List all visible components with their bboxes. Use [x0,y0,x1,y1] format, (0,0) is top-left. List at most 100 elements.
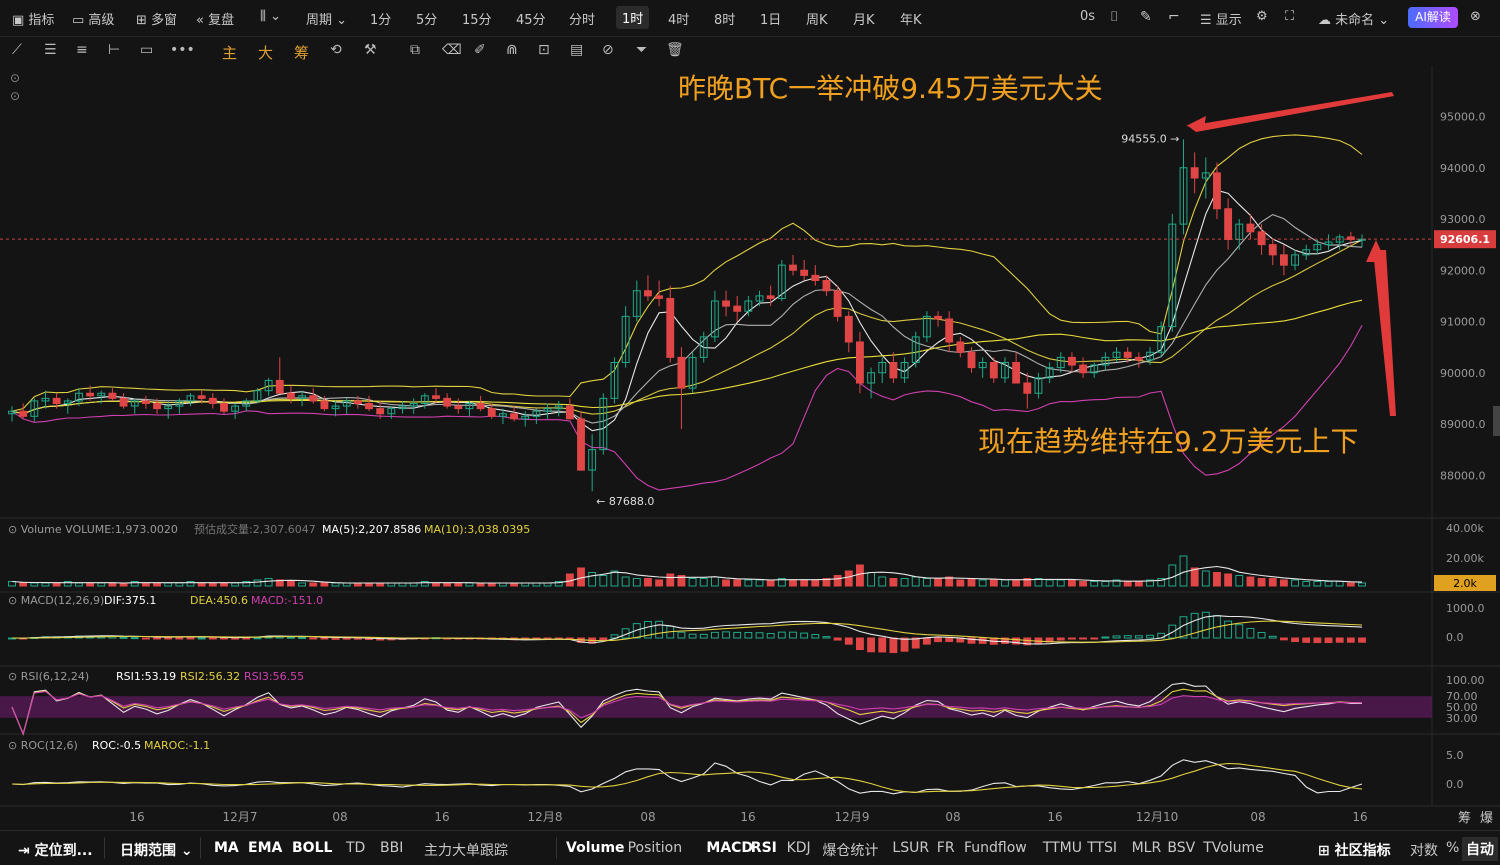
measure-icon[interactable]: ⚒ [364,42,377,58]
candle-body[interactable] [153,403,161,410]
candle-body[interactable] [1213,172,1221,210]
candle-body[interactable] [19,410,28,417]
candle-body[interactable] [1123,351,1132,358]
topbar-item-17[interactable]: 年K [900,9,922,28]
candle-body[interactable] [967,351,976,369]
candle-body[interactable] [275,379,284,394]
topbar-item-1[interactable]: ▭ 高级 [72,9,114,28]
candle-body[interactable] [811,274,820,281]
brush-icon[interactable]: ✐ [474,42,486,58]
candle-body[interactable] [577,418,585,471]
main-indicator-ma[interactable]: MA [214,840,239,856]
chips-button[interactable]: 筹 [294,42,309,63]
log-scale-button[interactable]: 对数 [1410,840,1438,860]
sub-indicator-kdj[interactable]: KDJ [787,840,811,856]
topbar-item-2[interactable]: ⊞ 多窗 [136,9,177,28]
candle-body[interactable] [1067,356,1076,366]
candle-body[interactable] [286,392,295,399]
sub-indicator-rsi[interactable]: RSI [751,840,777,856]
auto-scale-button[interactable]: 自动 [1462,837,1498,861]
candle-body[interactable] [666,297,675,358]
copy-icon[interactable]: ⧉ [410,42,420,58]
candle-body[interactable] [1134,356,1143,361]
candle-body[interactable] [365,403,373,410]
candle-body[interactable] [353,400,362,404]
community-indicators-button[interactable]: ⊞ 社区指标 [1318,840,1391,860]
candle-body[interactable] [822,280,831,292]
main-indicator-boll[interactable]: BOLL [292,840,332,856]
sub-indicator-fr[interactable]: FR [937,840,955,856]
candle-body[interactable] [889,362,898,379]
topbar-item-14[interactable]: 1日 [760,9,781,28]
candle-body[interactable] [1279,254,1288,266]
line-tool-icon[interactable]: ⟋ [12,42,22,58]
layout-name-button[interactable]: ☁ 未命名 ⌄ [1318,9,1389,28]
candle-body[interactable] [844,315,853,343]
link-icon[interactable]: ⊘ [602,42,614,58]
main-indicator-主力大单跟踪[interactable]: 主力大单跟踪 [424,840,508,860]
topbar-item-13[interactable]: 8时 [714,9,735,28]
lock-icon[interactable]: ⊡ [538,42,550,58]
candle-body[interactable] [197,395,206,399]
candle-body[interactable] [1246,223,1255,233]
candle-body[interactable] [443,397,452,407]
eraser-icon[interactable]: ⌫ [442,42,462,58]
candle-body[interactable] [644,290,652,297]
rect-tool-icon[interactable]: ▭ [140,42,153,58]
candle-body[interactable] [476,403,485,410]
candle-body[interactable] [1023,382,1032,394]
main-indicator-ema[interactable]: EMA [248,840,282,856]
topbar-item-10[interactable]: 分时 [569,9,595,28]
topbar-item-12[interactable]: 4时 [668,9,689,28]
candle-body[interactable] [220,403,228,412]
candle-body[interactable] [789,264,797,271]
sub-indicator-lsur[interactable]: LSUR [892,840,929,856]
candle-body[interactable] [432,395,440,399]
sub-indicator-mlr[interactable]: MLR [1132,840,1162,856]
percent-scale-button[interactable]: % [1446,840,1459,856]
more-tool-icon[interactable]: ••• [170,42,195,58]
topbar-item-3[interactable]: « 复盘 [196,9,234,28]
candle-body[interactable] [956,341,965,353]
candle-body[interactable] [856,341,864,384]
sub-indicator-position[interactable]: Position [628,840,683,856]
big-order-button[interactable]: 大 [258,42,273,63]
settings-icon[interactable]: ⚙ [1256,9,1268,24]
candle-body[interactable] [52,397,61,404]
filter-icon[interactable]: ⏷ [636,42,647,58]
candle-body[interactable] [1257,231,1266,246]
candle-body[interactable] [1224,208,1233,240]
candle-body[interactable] [487,408,496,417]
expand-icon[interactable]: ⌐ [1168,9,1180,25]
candle-body[interactable] [108,392,117,399]
candle-body[interactable] [1190,167,1199,179]
date-range-button[interactable]: 日期范围 ⌄ [120,840,193,860]
candle-body[interactable] [1079,364,1088,374]
candle-body[interactable] [766,295,775,299]
main-indicator-td[interactable]: TD [346,840,365,856]
main-chart[interactable]: 95000.0 94000.0 93000.0 92000.0 91000.0 90000… [0,66,1500,828]
magnet-icon[interactable]: ⋒ [506,42,518,58]
sync-icon[interactable]: ⟲ [330,42,342,58]
sub-indicator-ttmu[interactable]: TTMU [1043,840,1082,856]
topbar-item-11[interactable]: 1时 [616,6,650,29]
topbar-item-4[interactable]: ⫼ ⌄ [260,9,281,24]
note-icon[interactable]: ▤ [570,42,583,58]
sub-indicator-macd[interactable]: MACD [706,840,753,856]
topbar-item-5[interactable]: 周期 ⌄ [306,9,347,28]
candle-body[interactable] [655,295,664,299]
trash-icon[interactable]: 🗑 [666,42,684,58]
display-button[interactable]: ☰ 显示 [1200,9,1242,28]
candle-body[interactable] [119,397,128,407]
topbar-item-15[interactable]: 周K [806,9,828,28]
candle-body[interactable] [376,408,385,415]
camera-icon[interactable]: ⌷ [1110,9,1118,25]
side-collapse-handle[interactable] [1493,406,1500,436]
candle-body[interactable] [1012,362,1021,384]
topbar-item-8[interactable]: 15分 [462,9,492,28]
topbar-item-7[interactable]: 5分 [416,9,437,28]
candle-body[interactable] [86,392,95,397]
candle-body[interactable] [309,395,318,402]
candle-body[interactable] [945,318,954,343]
topbar-item-6[interactable]: 1分 [370,9,391,28]
